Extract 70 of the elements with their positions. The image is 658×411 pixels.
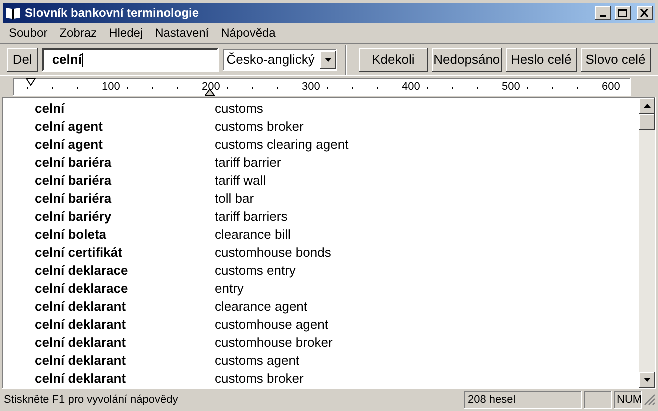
term-cell[interactable]: celní bariéra	[3, 171, 215, 191]
ruler-number: 300	[302, 80, 320, 94]
minimize-icon	[600, 14, 606, 16]
status-panel	[584, 391, 612, 409]
translation-cell[interactable]: toll bar	[215, 189, 254, 209]
translation-cell[interactable]: clearance bill	[215, 225, 291, 245]
translation-cell[interactable]: customhouse bonds	[215, 243, 332, 263]
close-icon	[640, 8, 650, 18]
term-cell[interactable]: celní boleta	[3, 225, 215, 245]
translation-cell[interactable]: clearance agent	[215, 297, 308, 317]
search-mode-button[interactable]: Slovo celé	[580, 48, 651, 72]
maximize-button[interactable]	[615, 6, 631, 20]
window-title: Slovník bankovní terminologie	[25, 5, 200, 22]
term-cell[interactable]: celní deklarant	[3, 333, 215, 353]
term-cell[interactable]: celní deklarant	[3, 315, 215, 335]
status-hint: Stiskněte F1 pro vyvolání nápovědy	[3, 392, 180, 408]
menu-item[interactable]: Soubor	[3, 24, 54, 42]
translation-cell[interactable]: tariff barrier	[215, 153, 282, 173]
term-cell[interactable]: celní agent	[3, 117, 215, 137]
close-button[interactable]	[637, 6, 653, 20]
search-field[interactable]: celní	[42, 48, 219, 72]
term-cell[interactable]: celní certifikát	[3, 243, 215, 263]
translation-cell[interactable]: entry	[215, 279, 244, 299]
scroll-down-icon[interactable]	[644, 378, 650, 382]
translation-cell[interactable]: customhouse broker	[215, 333, 333, 353]
term-cell[interactable]: celní	[3, 99, 215, 119]
translation-cell[interactable]: customs clearing agent	[215, 135, 349, 155]
language-dropdown[interactable]: Česko-anglický	[222, 48, 338, 70]
term-cell[interactable]: celní bariéra	[3, 153, 215, 173]
entry-count: 208 hesel	[464, 391, 582, 409]
search-mode-button[interactable]: Heslo celé	[506, 48, 577, 72]
term-cell[interactable]: celní deklarant	[3, 297, 215, 317]
term-cell[interactable]: celní deklarace	[3, 261, 215, 281]
search-mode-button[interactable]: Nedopsáno	[432, 48, 502, 72]
term-cell[interactable]: celní bariéry	[3, 207, 215, 227]
term-cell[interactable]: celní agent	[3, 135, 215, 155]
term-cell[interactable]: celní deklarant	[3, 351, 215, 371]
tab-marker-icon[interactable]	[205, 88, 215, 96]
maximize-icon	[618, 8, 628, 18]
translation-cell[interactable]: customs entry	[215, 261, 296, 281]
dropdown-arrow-icon	[324, 58, 332, 62]
scroll-up-icon[interactable]	[644, 104, 650, 108]
ruler-number: 600	[602, 80, 620, 94]
term-cell[interactable]: celní deklarant	[3, 369, 215, 388]
translation-cell[interactable]: customs broker	[215, 117, 304, 137]
ruler-number: 500	[502, 80, 520, 94]
translation-cell[interactable]: tariff barriers	[215, 207, 288, 227]
indent-marker-icon[interactable]	[26, 78, 36, 86]
ruler-number: 200	[202, 80, 220, 94]
term-cell[interactable]: celní deklarace	[3, 279, 215, 299]
menu-item[interactable]: Hledej	[103, 24, 150, 42]
menu-item[interactable]: Zobraz	[54, 24, 104, 42]
ruler-number: 400	[402, 80, 420, 94]
translation-cell[interactable]: customs	[215, 99, 264, 119]
scroll-thumb[interactable]	[639, 114, 655, 130]
menu-item[interactable]: Nastavení	[149, 24, 216, 42]
translation-cell[interactable]: customhouse agent	[215, 315, 328, 335]
book-icon	[5, 6, 21, 20]
ruler-number: 100	[102, 80, 120, 94]
scrollbar[interactable]	[639, 98, 655, 388]
search-mode-button[interactable]: Kdekoli	[359, 48, 428, 72]
term-cell[interactable]: celní bariéra	[3, 189, 215, 209]
menu-item[interactable]: Nápověda	[215, 24, 282, 42]
num-lock-indicator: NUM	[614, 391, 642, 409]
translation-cell[interactable]: tariff wall	[215, 171, 266, 191]
translation-cell[interactable]: customs agent	[215, 351, 300, 371]
minimize-button[interactable]	[595, 6, 611, 20]
delete-button[interactable]: Del	[7, 48, 38, 72]
translation-cell[interactable]: customs broker	[215, 369, 304, 388]
resize-grip-icon[interactable]	[644, 394, 656, 406]
